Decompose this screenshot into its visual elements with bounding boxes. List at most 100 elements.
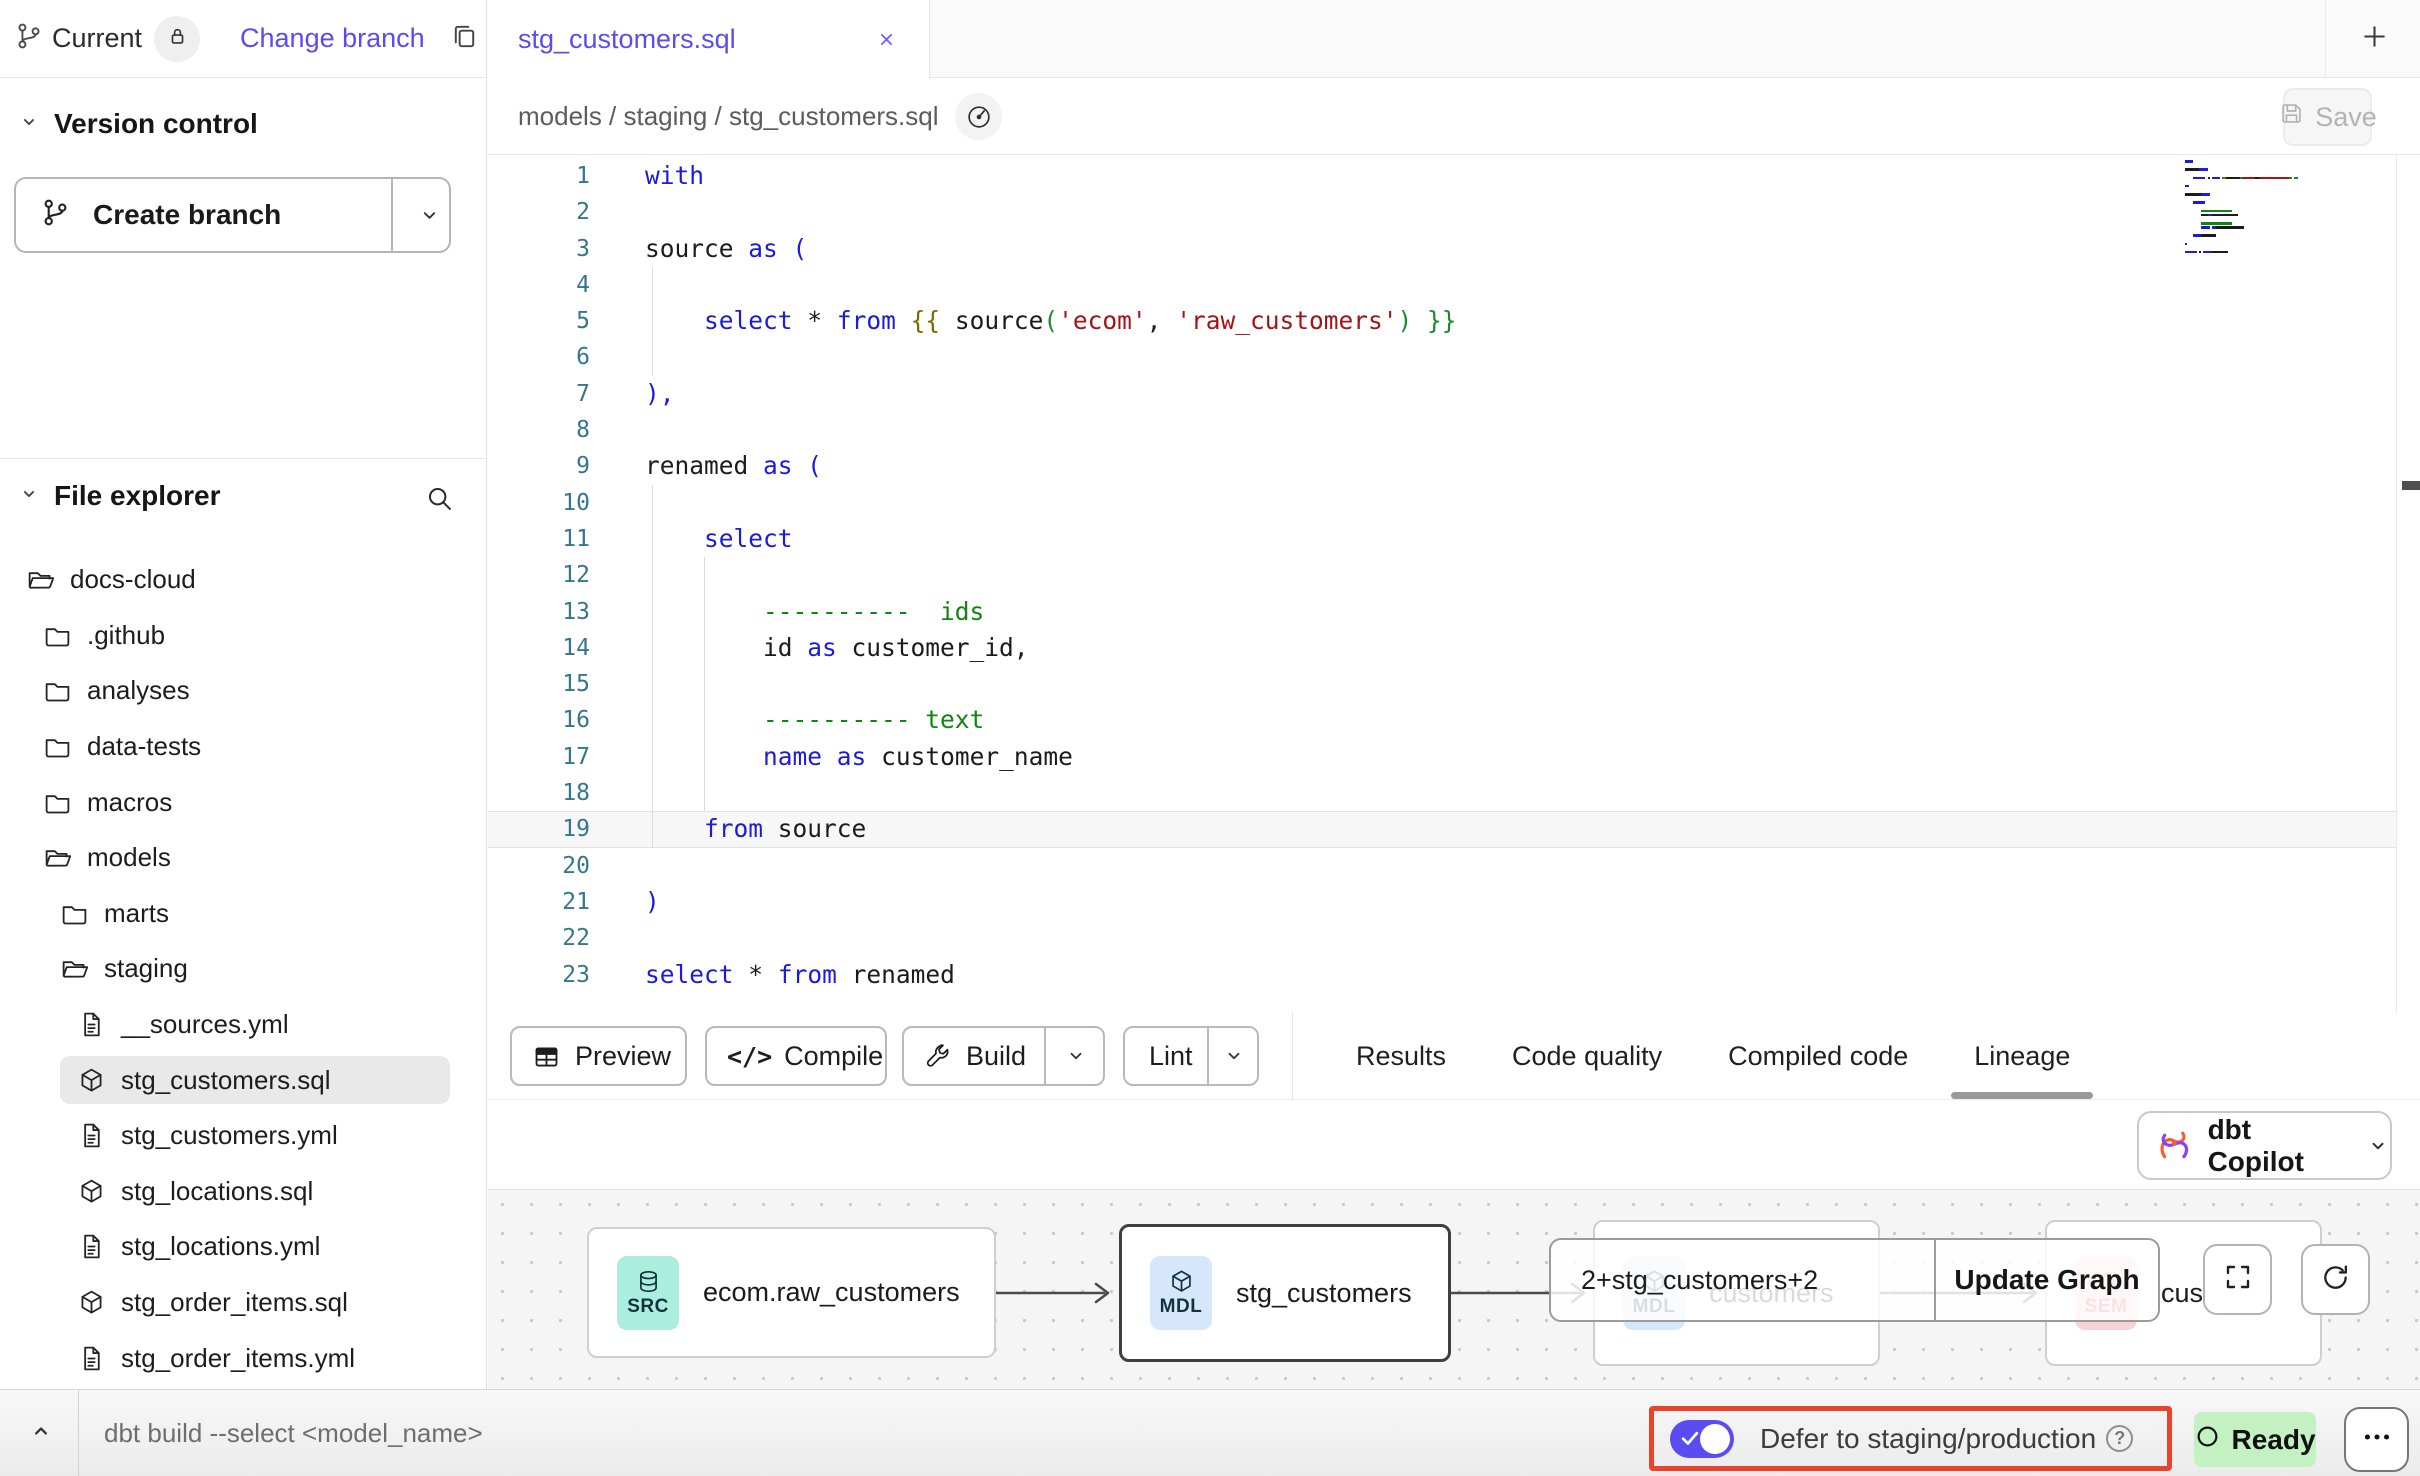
lineage-header-row: dbt Copilot <box>488 1100 2420 1190</box>
code-line-11[interactable]: 11 select <box>488 521 2396 557</box>
code-line-1[interactable]: 1with <box>488 158 2396 194</box>
defer-toggle[interactable] <box>1670 1420 1734 1458</box>
tab-stg-customers-sql[interactable]: stg_customers.sql <box>488 0 930 78</box>
file-item-label: docs-cloud <box>70 564 196 595</box>
code-line-17[interactable]: 17 name as customer_name <box>488 739 2396 775</box>
file-explorer-header[interactable]: File explorer <box>18 480 221 512</box>
file-item-stg-locations-yml[interactable]: stg_locations.yml <box>0 1219 486 1275</box>
chevron-down-icon <box>18 480 40 512</box>
code-line-20[interactable]: 20 <box>488 848 2396 884</box>
code-line-2[interactable]: 2 <box>488 194 2396 230</box>
code-line-16[interactable]: 16 ---------- text <box>488 702 2396 738</box>
code-text: id as customer_id, <box>645 630 1029 666</box>
code-line-14[interactable]: 14 id as customer_id, <box>488 630 2396 666</box>
file-item--github[interactable]: .github <box>0 608 486 664</box>
code-line-12[interactable]: 12 <box>488 557 2396 593</box>
collapse-panel-button[interactable] <box>16 1390 66 1476</box>
lineage-selector-input[interactable]: 2+stg_customers+2 <box>1551 1240 1934 1320</box>
file-item-stg-locations-sql[interactable]: stg_locations.sql <box>0 1164 486 1220</box>
minimap-line <box>2185 218 2315 221</box>
code-text: name as customer_name <box>645 739 1073 775</box>
folder-icon <box>41 675 73 707</box>
version-control-header[interactable]: Version control <box>18 108 486 140</box>
code-line-13[interactable]: 13 ---------- ids <box>488 594 2396 630</box>
file-item-stg-customers-sql[interactable]: stg_customers.sql <box>0 1052 486 1108</box>
chevron-down-icon[interactable] <box>1044 1028 1107 1084</box>
code-line-23[interactable]: 23select * from renamed <box>488 957 2396 993</box>
code-line-3[interactable]: 3source as ( <box>488 231 2396 267</box>
code-text: select * from renamed <box>645 957 955 993</box>
panel-tab-compiled-code[interactable]: Compiled code <box>1695 1013 1941 1099</box>
minimap-line <box>2185 205 2315 208</box>
code-line-9[interactable]: 9renamed as ( <box>488 448 2396 484</box>
new-tab-button[interactable] <box>2340 6 2408 72</box>
compile-button[interactable]: </> Compile <box>705 1026 887 1086</box>
code-line-7[interactable]: 7), <box>488 376 2396 412</box>
panel-tab-code-quality[interactable]: Code quality <box>1479 1013 1695 1099</box>
lineage-canvas[interactable]: SRCecom.raw_customersMDLstg_customersMDL… <box>488 1190 2420 1389</box>
line-number: 18 <box>488 775 590 811</box>
cube-icon <box>75 1175 107 1207</box>
code-line-22[interactable]: 22 <box>488 920 2396 956</box>
file-item--sources-yml[interactable]: __sources.yml <box>0 997 486 1053</box>
line-number: 20 <box>488 848 590 884</box>
file-item-stg-customers-yml[interactable]: stg_customers.yml <box>0 1108 486 1164</box>
chevron-down-icon[interactable] <box>1207 1028 1261 1084</box>
chevron-down-icon[interactable] <box>405 203 453 228</box>
file-item-models[interactable]: models <box>0 830 486 886</box>
code-line-18[interactable]: 18 <box>488 775 2396 811</box>
update-graph-button[interactable]: Update Graph <box>1936 1240 2158 1320</box>
editor-minimap[interactable] <box>2185 160 2315 255</box>
refresh-button[interactable] <box>2301 1244 2370 1315</box>
create-branch-button[interactable]: Create branch <box>14 177 451 253</box>
ellipsis-icon <box>2360 1420 2394 1459</box>
file-item-data-tests[interactable]: data-tests <box>0 719 486 775</box>
cube-icon <box>1168 1268 1195 1295</box>
minimap-line <box>2185 210 2315 213</box>
file-item-staging[interactable]: staging <box>0 941 486 997</box>
code-editor[interactable]: 1with23source as (45 select * from {{ so… <box>488 155 2420 1013</box>
file-item-stg-order-items-sql[interactable]: stg_order_items.sql <box>0 1275 486 1331</box>
save-button[interactable]: Save <box>2283 88 2372 146</box>
fullscreen-button[interactable] <box>2203 1244 2272 1315</box>
status-ready-badge[interactable]: Ready <box>2194 1412 2316 1467</box>
file-item-label: marts <box>104 898 169 929</box>
code-line-6[interactable]: 6 <box>488 339 2396 375</box>
lint-button[interactable]: Lint <box>1123 1026 1259 1086</box>
close-icon[interactable] <box>874 27 899 52</box>
code-line-5[interactable]: 5 select * from {{ source('ecom', 'raw_c… <box>488 303 2396 339</box>
preview-button[interactable]: Preview <box>510 1026 687 1086</box>
ready-label: Ready <box>2231 1424 2315 1456</box>
file-item-macros[interactable]: macros <box>0 774 486 830</box>
help-icon[interactable]: ? <box>2106 1425 2133 1452</box>
lineage-gauge-icon[interactable] <box>955 93 1002 140</box>
minimap-line <box>2185 181 2315 184</box>
panel-tab-results[interactable]: Results <box>1323 1013 1479 1099</box>
lineage-node-src[interactable]: SRCecom.raw_customers <box>587 1227 996 1358</box>
code-line-19[interactable]: 19 from source <box>488 811 2396 847</box>
file-item-marts[interactable]: marts <box>0 886 486 942</box>
more-options-button[interactable] <box>2344 1407 2409 1472</box>
scrollbar-handle[interactable] <box>2402 481 2420 490</box>
file-item-analyses[interactable]: analyses <box>0 663 486 719</box>
command-input[interactable] <box>104 1390 1504 1476</box>
check-icon <box>1679 1427 1701 1449</box>
search-icon[interactable] <box>425 484 454 518</box>
file-item-docs-cloud[interactable]: docs-cloud <box>0 552 486 608</box>
code-line-21[interactable]: 21) <box>488 884 2396 920</box>
dbt-copilot-button[interactable]: dbt Copilot <box>2137 1111 2392 1180</box>
build-button[interactable]: Build <box>902 1026 1105 1086</box>
indent-guide <box>704 666 705 702</box>
code-line-4[interactable]: 4 <box>488 267 2396 303</box>
change-branch-link[interactable]: Change branch <box>240 23 425 54</box>
lineage-node-mdl1[interactable]: MDLstg_customers <box>1119 1224 1451 1362</box>
file-item-label: analyses <box>87 675 190 706</box>
code-line-15[interactable]: 15 <box>488 666 2396 702</box>
file-item-label: stg_locations.sql <box>121 1176 313 1207</box>
panel-tab-lineage[interactable]: Lineage <box>1941 1013 2103 1099</box>
code-line-10[interactable]: 10 <box>488 485 2396 521</box>
file-item-stg-order-items-yml[interactable]: stg_order_items.yml <box>0 1330 486 1386</box>
code-lines: 1with23source as (45 select * from {{ so… <box>488 158 2396 993</box>
copy-icon[interactable] <box>449 21 480 57</box>
code-line-8[interactable]: 8 <box>488 412 2396 448</box>
